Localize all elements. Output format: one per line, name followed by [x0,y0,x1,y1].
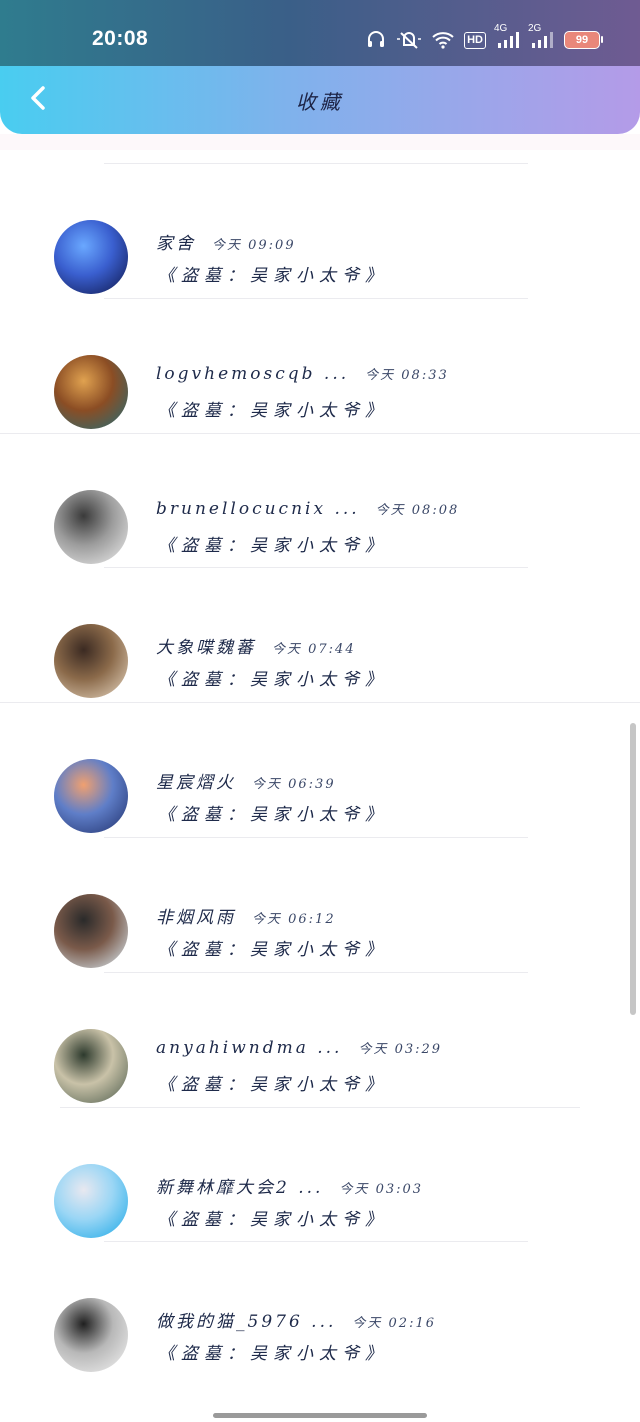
avatar[interactable] [54,624,128,699]
status-bar: 20:08 HD 4G 2G 99 [0,0,640,66]
list-item[interactable]: 新舞林靡大会2 ... 今天 03:03 《盗墓：吴家小太爷》 [0,1106,640,1241]
signal-4g-icon: 4G [494,23,520,49]
book-title[interactable]: 《盗墓：吴家小太爷》 [158,1070,388,1095]
list-item[interactable]: brunellocucnix ... 今天 08:08 《盗墓：吴家小太爷》 [0,432,640,567]
item-name-line: anyahiwndma ... 今天 03:29 [156,1038,442,1058]
list-item[interactable]: 星宸熠火 今天 06:39 《盗墓：吴家小太爷》 [0,702,640,836]
item-time: 今天 09:09 [212,238,296,253]
user-name: 大象喋魏蕃 [156,638,256,659]
avatar[interactable] [54,489,128,564]
book-title[interactable]: 《盗墓：吴家小太爷》 [158,665,388,690]
item-divider [60,1106,580,1108]
net2-label: 2G [528,23,542,34]
mute-icon [396,30,422,50]
item-name-line: 新舞林靡大会2 ... 今天 03:03 [156,1173,423,1198]
book-title[interactable]: 《盗墓：吴家小太爷》 [158,935,388,960]
item-divider [104,567,528,569]
user-name: 家舍 [156,234,196,254]
list-item[interactable]: 做我的猫_5976 ... 今天 02:16 《盗墓：吴家小太爷》 [0,1241,640,1375]
status-time: 20:08 [92,27,149,50]
status-icons: HD 4G 2G 99 [366,23,603,52]
list-item[interactable]: 大象喋魏蕃 今天 07:44 《盗墓：吴家小太爷》 [0,567,640,701]
app-header: 收藏 [0,66,640,134]
avatar[interactable] [54,759,128,834]
user-name: brunellocucnix ... [156,498,360,519]
item-divider [0,702,640,704]
list-item[interactable]: logvhemoscqb ... 今天 08:33 《盗墓：吴家小太爷》 [0,297,640,432]
book-title[interactable]: 《盗墓：吴家小太爷》 [158,1339,388,1364]
item-name-line: 大象喋魏蕃 今天 07:44 [156,633,356,658]
list-item[interactable]: 非烟风雨 今天 06:12 《盗墓：吴家小太爷》 [0,837,640,971]
avatar[interactable] [54,220,128,294]
battery-icon: 99 [564,31,603,49]
item-divider [104,163,528,164]
scrollbar[interactable] [630,723,636,1015]
item-divider [104,1241,528,1243]
net1-label: 4G [494,23,508,34]
item-name-line: logvhemoscqb ... 今天 08:33 [156,364,449,384]
headphones-icon [366,30,386,50]
page-title: 收藏 [296,90,344,114]
item-divider [104,297,528,299]
item-divider [0,432,640,434]
book-title[interactable]: 《盗墓：吴家小太爷》 [158,261,388,286]
book-title[interactable]: 《盗墓：吴家小太爷》 [158,396,388,421]
list-item[interactable]: anyahiwndma ... 今天 03:29 《盗墓：吴家小太爷》 [0,971,640,1106]
list-item[interactable]: 家舍 今天 09:09 《盗墓：吴家小太爷》 [0,163,640,297]
avatar[interactable] [54,1028,128,1103]
item-time: 今天 06:39 [252,777,336,793]
item-time: 今天 08:33 [365,367,449,383]
user-name: 非烟风雨 [156,908,236,928]
item-divider [104,837,528,838]
signal-2g-icon: 2G [528,23,554,49]
item-time: 今天 03:29 [358,1041,443,1057]
item-name-line: 做我的猫_5976 ... 今天 02:16 [156,1307,436,1332]
item-time: 今天 03:03 [339,1181,424,1197]
item-name-line: 家舍 今天 09:09 [156,229,296,254]
avatar[interactable] [54,1298,128,1373]
user-name: logvhemoscqb ... [156,363,350,384]
hd-badge: HD [464,31,486,49]
user-name: 做我的猫_5976 ... [156,1312,337,1333]
home-indicator[interactable] [213,1413,427,1418]
user-name: 新舞林靡大会2 ... [156,1177,324,1198]
item-name-line: 非烟风雨 今天 06:12 [156,903,336,928]
item-time: 今天 07:44 [272,642,356,658]
item-time: 今天 02:16 [352,1316,436,1332]
book-title[interactable]: 《盗墓：吴家小太爷》 [158,531,388,556]
item-time: 今天 08:08 [375,502,460,518]
book-title[interactable]: 《盗墓：吴家小太爷》 [158,1205,388,1230]
book-title[interactable]: 《盗墓：吴家小太爷》 [158,800,388,825]
item-divider [104,971,528,973]
avatar[interactable] [54,1163,128,1238]
item-name-line: brunellocucnix ... 今天 08:08 [156,499,459,519]
avatar[interactable] [54,894,128,968]
wifi-icon [432,31,454,49]
header-backdrop [0,134,640,150]
user-name: anyahiwndma ... [156,1037,343,1058]
user-name: 星宸熠火 [156,773,236,794]
item-time: 今天 06:12 [252,912,336,927]
item-name-line: 星宸熠火 今天 06:39 [156,768,336,793]
avatar[interactable] [54,354,128,429]
